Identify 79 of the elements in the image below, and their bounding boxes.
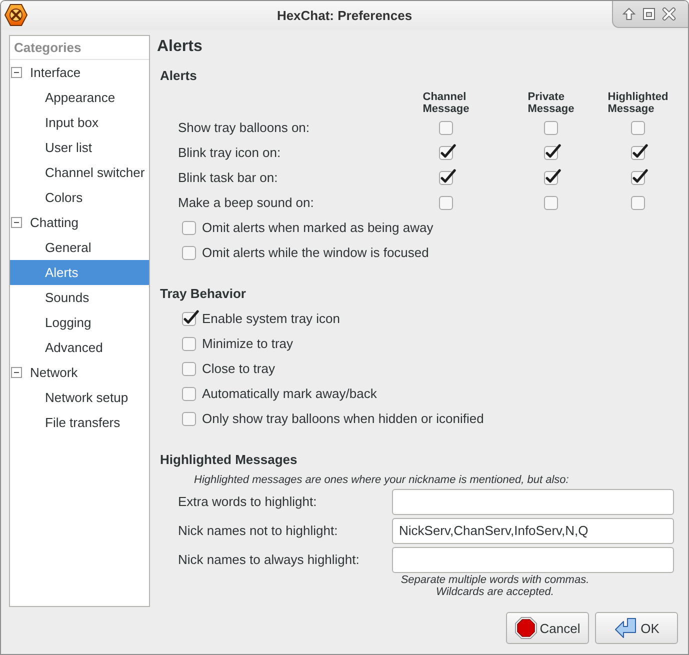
description-text: Highlighted messages are ones where your nickname is mentioned, but also: [194, 474, 570, 487]
checkbox[interactable] [439, 196, 453, 210]
checkbox[interactable] [544, 142, 561, 160]
checkmark-icon [440, 144, 456, 158]
field-label: Extra words to highlight: [178, 494, 318, 509]
collapse-icon[interactable] [11, 67, 22, 78]
row-label: Show tray balloons on: [178, 120, 311, 135]
checkbox[interactable] [544, 168, 561, 184]
column-header: Private Message [528, 91, 574, 115]
tree-item[interactable]: User list [10, 135, 149, 160]
checkbox[interactable] [631, 142, 648, 160]
return-arrow-icon [614, 617, 638, 639]
tree-item[interactable]: Colors [10, 185, 149, 210]
tree-item[interactable]: General [10, 235, 149, 260]
checkbox[interactable] [182, 308, 199, 326]
checkmark-icon [632, 144, 648, 158]
cancel-button[interactable]: Cancel [506, 612, 589, 644]
checkbox[interactable] [631, 120, 645, 134]
window-title: HexChat: Preferences [276, 7, 412, 25]
checkbox[interactable] [631, 168, 648, 184]
option-label: Only show tray balloons when hidden or iconified [202, 411, 484, 426]
hexagon-logo-icon [4, 3, 28, 27]
checkbox[interactable] [182, 362, 196, 376]
hint-text: Separate multiple words with commas. Wildcards are accepted. [400, 574, 590, 598]
close-icon[interactable] [662, 7, 676, 21]
checkbox[interactable] [182, 246, 196, 260]
column-header: Channel Message [422, 91, 470, 115]
checkbox[interactable] [544, 120, 558, 134]
checkmark-icon [440, 168, 456, 182]
column-header: Highlighted Message [608, 91, 668, 115]
section-heading: Highlighted Messages [159, 451, 298, 469]
field-label: Nick names to always highlight: [178, 552, 360, 567]
stop-sign-icon [514, 617, 537, 639]
text-field[interactable] [392, 488, 674, 514]
text-field[interactable]: NickServ,ChanServ,InfoServ,N,Q [392, 518, 674, 544]
row-label: Blink tray icon on: [178, 145, 282, 160]
option-label: Minimize to tray [202, 336, 294, 351]
tree-item[interactable]: Logging [10, 310, 149, 335]
page-title: Alerts [157, 37, 204, 57]
row-label: Blink task bar on: [178, 170, 279, 185]
ok-button[interactable]: OK [595, 612, 678, 644]
option-label: Omit alerts while the window is focused [202, 245, 429, 260]
checkbox[interactable] [439, 120, 453, 134]
checkbox[interactable] [544, 196, 558, 210]
checkmark-icon [632, 168, 648, 182]
checkbox[interactable] [439, 142, 456, 160]
checkmark-icon [546, 144, 561, 158]
checkbox[interactable] [439, 168, 456, 184]
tree-item[interactable]: Appearance [10, 85, 149, 110]
checkmark-icon [184, 310, 199, 324]
checkbox[interactable] [182, 336, 196, 350]
section-heading: Tray Behavior [159, 285, 247, 303]
checkbox[interactable] [182, 412, 196, 426]
option-label: Omit alerts when marked as being away [202, 220, 434, 235]
tree-item[interactable]: Chatting [10, 210, 149, 235]
checkbox[interactable] [631, 196, 645, 210]
collapse-icon[interactable] [11, 217, 22, 228]
tree-item[interactable]: Interface [10, 60, 149, 85]
row-label: Make a beep sound on: [178, 195, 315, 210]
tree-item[interactable]: Input box [10, 110, 149, 135]
up-arrow-icon[interactable] [622, 7, 636, 21]
tree-item[interactable]: Network [10, 360, 149, 385]
maximize-icon[interactable] [642, 7, 656, 21]
field-label: Nick names not to highlight: [178, 523, 339, 538]
tree-item[interactable]: Network setup [10, 385, 149, 410]
tree-item[interactable]: Sounds [10, 285, 149, 310]
section-heading: Alerts [159, 67, 198, 85]
option-label: Close to tray [202, 361, 275, 376]
tree-item[interactable]: Channel switcher [10, 160, 149, 185]
text-field[interactable] [392, 546, 674, 572]
checkmark-icon [546, 168, 561, 182]
tree-item[interactable]: Advanced [10, 335, 149, 360]
option-label: Automatically mark away/back [202, 386, 377, 401]
checkbox[interactable] [182, 386, 196, 400]
checkbox[interactable] [182, 220, 196, 234]
collapse-icon[interactable] [11, 367, 22, 378]
option-label: Enable system tray icon [202, 311, 340, 326]
tree-item[interactable]: File transfers [10, 410, 149, 435]
sidebar-header: Categories [14, 40, 82, 55]
